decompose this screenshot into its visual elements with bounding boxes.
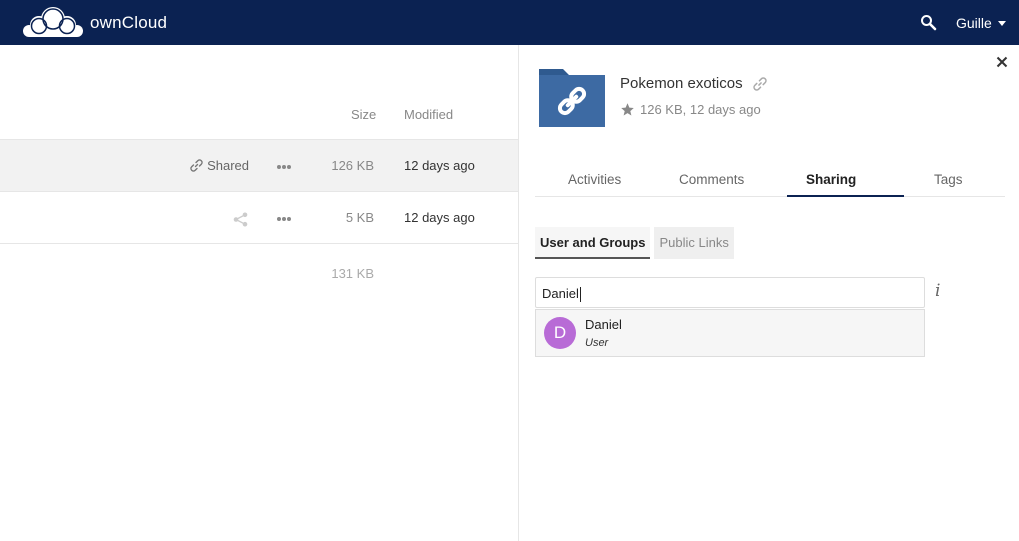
share-input-value: Daniel: [542, 286, 579, 301]
close-icon[interactable]: [996, 56, 1008, 68]
link-icon: [190, 159, 203, 172]
more-actions-icon[interactable]: [276, 216, 292, 222]
shared-label: Shared: [207, 158, 249, 173]
info-icon[interactable]: i: [935, 281, 940, 301]
avatar: D: [544, 317, 576, 349]
share-icon[interactable]: [233, 212, 248, 227]
subtab-public-links[interactable]: Public Links: [654, 227, 734, 259]
active-tab-indicator: [787, 195, 904, 197]
file-modified: 12 days ago: [404, 158, 475, 173]
subtab-user-and-groups[interactable]: User and Groups: [535, 227, 651, 259]
file-list: Size Modified Shared 126 KB 12 days ago: [0, 45, 518, 541]
tab-sharing[interactable]: Sharing: [806, 172, 856, 187]
autocomplete-type: User: [585, 337, 609, 349]
text-cursor: [579, 287, 581, 303]
file-size: 5 KB: [345, 210, 374, 225]
details-sidebar: Pokemon exoticos 126 KB, 12 days ago Act…: [518, 45, 1019, 541]
shared-folder-icon: [539, 69, 605, 127]
file-name: Pokemon exoticos: [620, 75, 743, 92]
share-with-input[interactable]: Daniel: [535, 277, 925, 308]
column-header-size[interactable]: Size: [351, 107, 376, 122]
more-actions-icon[interactable]: [276, 164, 292, 170]
file-title: Pokemon exoticos: [620, 75, 767, 92]
top-header: ownCloud Guille: [0, 0, 1019, 45]
user-menu[interactable]: Guille: [956, 15, 1006, 31]
file-modified: 12 days ago: [404, 210, 475, 225]
sharing-subtabs: User and Groups Public Links: [535, 227, 738, 259]
star-icon[interactable]: [620, 102, 635, 117]
autocomplete-name: Daniel: [585, 317, 622, 332]
tab-tags[interactable]: Tags: [934, 172, 963, 187]
file-meta: 126 KB, 12 days ago: [620, 102, 761, 117]
tab-comments[interactable]: Comments: [679, 172, 744, 187]
cloud-logo-icon[interactable]: [22, 5, 84, 39]
table-row[interactable]: Shared 126 KB 12 days ago: [0, 140, 518, 192]
total-size: 131 KB: [331, 266, 374, 281]
link-icon[interactable]: [752, 76, 767, 91]
shared-button[interactable]: Shared: [190, 158, 249, 173]
tab-activities[interactable]: Activities: [568, 172, 621, 187]
app-name: ownCloud: [90, 13, 168, 32]
chevron-down-icon: [997, 20, 1006, 26]
file-meta-text: 126 KB, 12 days ago: [640, 102, 761, 117]
column-header-modified[interactable]: Modified: [404, 107, 453, 122]
user-name: Guille: [956, 15, 992, 31]
file-size: 126 KB: [331, 158, 374, 173]
search-icon[interactable]: [920, 14, 938, 32]
sidebar-tabs: Activities Comments Sharing Tags: [535, 165, 1005, 197]
autocomplete-item[interactable]: D Daniel User: [535, 309, 925, 357]
table-row[interactable]: 5 KB 12 days ago: [0, 192, 518, 244]
